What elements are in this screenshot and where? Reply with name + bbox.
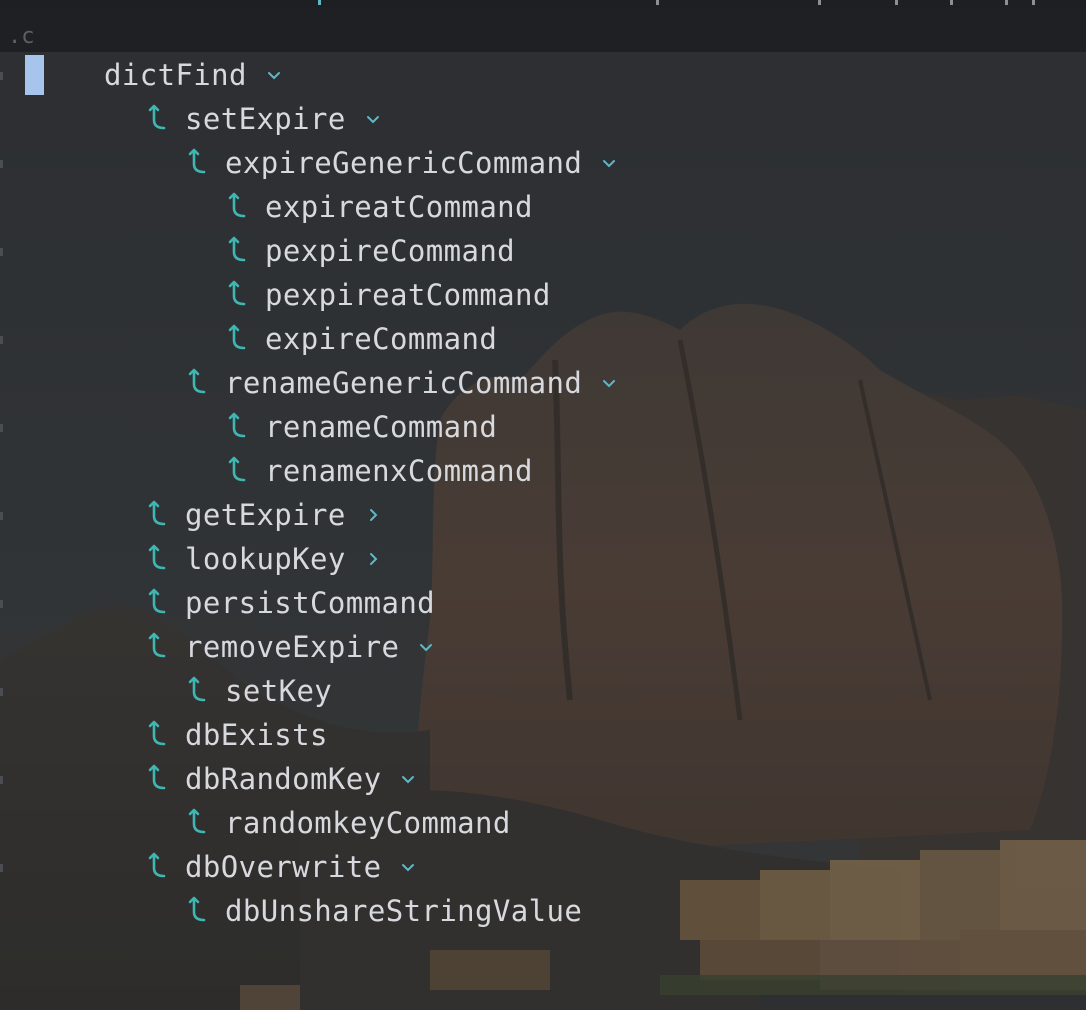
call-site-icon: [184, 368, 210, 398]
call-hierarchy-item[interactable]: setKey: [184, 669, 332, 713]
method-label: dbUnshareStringValue: [225, 894, 583, 928]
chevron-right-icon[interactable]: [364, 506, 382, 524]
call-hierarchy-item[interactable]: dbExists: [144, 713, 328, 757]
method-label: renameGenericCommand: [225, 366, 583, 400]
call-site-icon: [144, 544, 170, 574]
call-hierarchy-item[interactable]: pexpireatCommand: [224, 273, 551, 317]
method-label: expireGenericCommand: [225, 146, 583, 180]
call-hierarchy-item[interactable]: randomkeyCommand: [184, 801, 511, 845]
call-hierarchy-item[interactable]: persistCommand: [144, 581, 435, 625]
call-site-icon: [144, 632, 170, 662]
call-hierarchy-item[interactable]: dbRandomKey: [144, 757, 417, 801]
call-hierarchy-item[interactable]: renamenxCommand: [224, 449, 533, 493]
call-site-icon: [184, 896, 210, 926]
method-label: renameCommand: [265, 410, 498, 444]
text-caret: [25, 55, 44, 95]
call-site-icon: [184, 676, 210, 706]
call-site-icon: [224, 412, 250, 442]
call-hierarchy-root[interactable]: dictFind: [104, 53, 283, 97]
call-site-icon: [144, 104, 170, 134]
editor-tab-bar-edge: [0, 0, 1086, 8]
call-hierarchy-item[interactable]: renameGenericCommand: [184, 361, 618, 405]
method-label: dbRandomKey: [185, 762, 382, 796]
gutter: [0, 72, 3, 872]
method-label: dbExists: [185, 718, 328, 752]
call-hierarchy-item[interactable]: dbOverwrite: [144, 845, 417, 889]
call-site-icon: [144, 852, 170, 882]
call-hierarchy-item[interactable]: getExpire: [144, 493, 382, 537]
call-site-icon: [224, 192, 250, 222]
call-hierarchy-item[interactable]: expireatCommand: [224, 185, 533, 229]
call-hierarchy-item[interactable]: pexpireCommand: [224, 229, 515, 273]
chevron-down-icon[interactable]: [399, 858, 417, 876]
method-label: pexpireCommand: [265, 234, 516, 268]
method-label: expireatCommand: [265, 190, 533, 224]
call-site-icon: [224, 456, 250, 486]
breadcrumb-bar: .c: [0, 8, 1086, 52]
method-label: removeExpire: [185, 630, 400, 664]
call-hierarchy-item[interactable]: renameCommand: [224, 405, 497, 449]
method-label: setKey: [225, 674, 333, 708]
root-method-label: dictFind: [104, 58, 247, 92]
call-site-icon: [144, 588, 170, 618]
file-extension-label: .c: [8, 24, 35, 49]
method-label: pexpireatCommand: [265, 278, 551, 312]
method-label: getExpire: [185, 498, 346, 532]
call-site-icon: [184, 808, 210, 838]
chevron-down-icon[interactable]: [600, 374, 618, 392]
call-site-icon: [224, 280, 250, 310]
method-label: setExpire: [185, 102, 346, 136]
chevron-down-icon[interactable]: [600, 154, 618, 172]
chevron-down-icon[interactable]: [399, 770, 417, 788]
call-site-icon: [224, 324, 250, 354]
method-label: dbOverwrite: [185, 850, 382, 884]
call-hierarchy-item[interactable]: expireCommand: [224, 317, 497, 361]
method-label: renamenxCommand: [265, 454, 533, 488]
call-hierarchy-item[interactable]: expireGenericCommand: [184, 141, 618, 185]
chevron-down-icon[interactable]: [364, 110, 382, 128]
call-hierarchy-item[interactable]: dbUnshareStringValue: [184, 889, 582, 933]
call-site-icon: [144, 720, 170, 750]
chevron-down-icon[interactable]: [265, 66, 283, 84]
call-hierarchy-item[interactable]: removeExpire: [144, 625, 435, 669]
call-site-icon: [224, 236, 250, 266]
call-site-icon: [144, 764, 170, 794]
call-hierarchy-item[interactable]: setExpire: [144, 97, 382, 141]
call-site-icon: [144, 500, 170, 530]
method-label: persistCommand: [185, 586, 436, 620]
call-hierarchy-item[interactable]: lookupKey: [144, 537, 382, 581]
call-site-icon: [184, 148, 210, 178]
chevron-right-icon[interactable]: [364, 550, 382, 568]
method-label: expireCommand: [265, 322, 498, 356]
method-label: lookupKey: [185, 542, 346, 576]
chevron-down-icon[interactable]: [417, 638, 435, 656]
method-label: randomkeyCommand: [225, 806, 511, 840]
